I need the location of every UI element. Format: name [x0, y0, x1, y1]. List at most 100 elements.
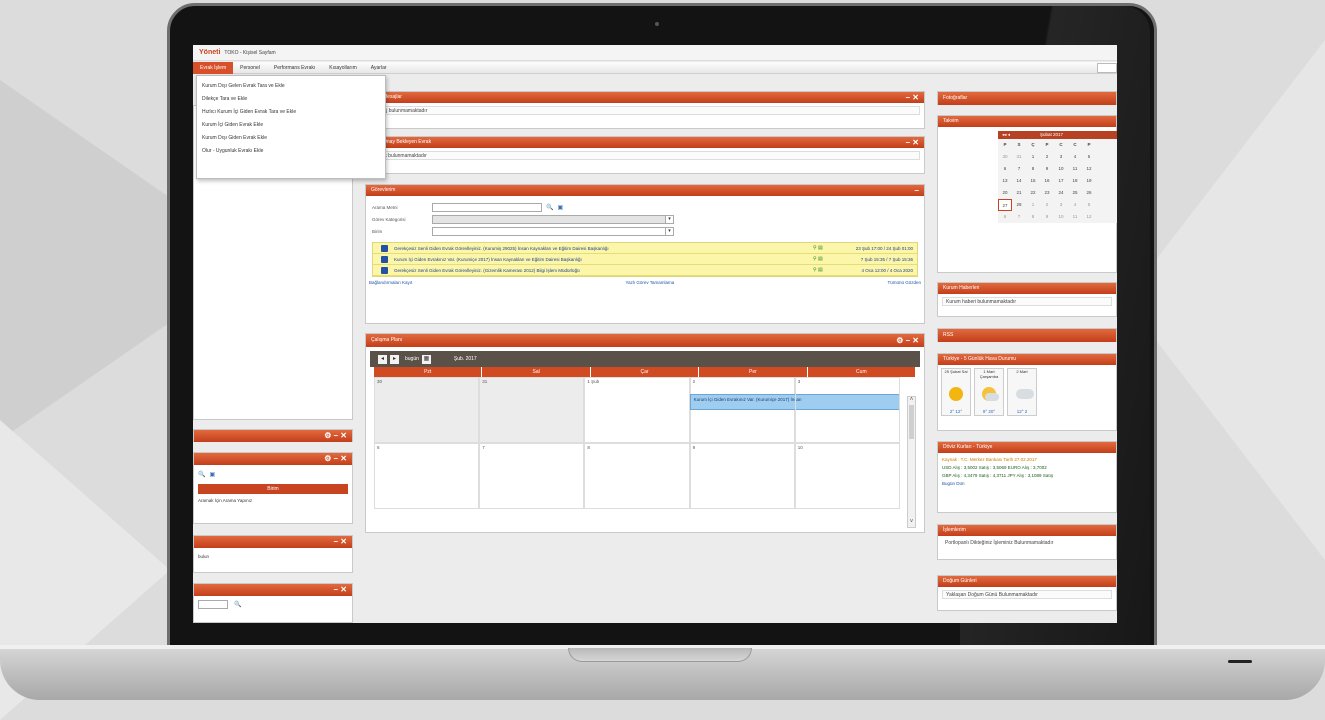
mini-day[interactable]: 9: [1040, 163, 1054, 175]
calendar-day[interactable]: 2 Kurum İçi Giden Evrakınız Var. (Kurumiç…: [689, 377, 900, 443]
mini-day[interactable]: 3: [1054, 151, 1068, 163]
search-icon[interactable]: 🔍: [234, 601, 241, 608]
menu-item-ayarlar[interactable]: Ayarlar: [364, 62, 394, 74]
menu-search-input[interactable]: [1097, 63, 1117, 73]
mini-day[interactable]: 8: [1026, 211, 1040, 223]
widget-controls-icon[interactable]: – ✕: [334, 584, 347, 595]
mini-day[interactable]: 7: [1012, 211, 1026, 223]
mini-day[interactable]: 22: [1026, 187, 1040, 199]
mini-day[interactable]: 31: [1012, 151, 1026, 163]
calendar-day[interactable]: 30: [374, 377, 480, 443]
task-title[interactable]: Gerekçesiz Senli Giden Evrak Görevlleyin…: [394, 268, 813, 273]
task-row[interactable]: Gerekçesiz Senli Giden Evrak Görevlleyin…: [373, 243, 917, 254]
edit-icon[interactable]: [381, 266, 388, 274]
menu-item-evrak[interactable]: Evrak İşlem: [193, 61, 234, 74]
dropdown-item[interactable]: Dilekçe Tara ve Ekle: [197, 93, 385, 106]
prev-icon[interactable]: ◂: [378, 354, 387, 364]
left-search-input[interactable]: [198, 600, 228, 609]
mini-day[interactable]: 7: [1012, 163, 1026, 175]
mini-day[interactable]: 5: [1082, 199, 1096, 211]
clear-icon[interactable]: ▣: [209, 471, 215, 478]
clear-icon[interactable]: ▣: [557, 204, 563, 211]
mini-day[interactable]: 23: [1040, 187, 1054, 199]
mini-day[interactable]: 28: [1012, 199, 1026, 211]
next-icon[interactable]: ▸: [390, 354, 399, 364]
menu-item-kisayollar[interactable]: Kısayollarım: [322, 62, 364, 74]
calendar-icon[interactable]: ▦: [421, 354, 431, 364]
search-icon[interactable]: 🔍: [198, 471, 205, 478]
calendar-day[interactable]: 7: [479, 443, 585, 509]
dropdown-item[interactable]: Hızlıcı Kurum İçi Giden Evrak Tara ve Ek…: [197, 106, 385, 119]
task-row[interactable]: Kurum İçi Giden Evrakınız Var. (Kurumiçe…: [373, 254, 917, 265]
panel-controls-icon[interactable]: – ✕: [906, 92, 919, 103]
mini-day[interactable]: 4: [1068, 199, 1082, 211]
calendar-day[interactable]: 1 Şub: [584, 377, 690, 443]
mini-day[interactable]: 24: [1054, 187, 1068, 199]
mini-day[interactable]: 13: [998, 175, 1012, 187]
mini-day[interactable]: 5: [1082, 151, 1096, 163]
task-title[interactable]: Gerekçesiz Senli Giden Evrak Görevlleyin…: [394, 246, 813, 251]
calendar-day[interactable]: 31: [479, 377, 585, 443]
mini-day[interactable]: 17: [1054, 175, 1068, 187]
mini-day[interactable]: 21: [1012, 187, 1026, 199]
mini-day[interactable]: 10: [1054, 163, 1068, 175]
mini-day[interactable]: 1: [1026, 151, 1040, 163]
dropdown-item[interactable]: Kurum Dışı Gelen Evrak Tara ve Ekle: [197, 80, 385, 93]
task-title[interactable]: Kurum İçi Giden Evrakınız Var. (Kurumiçe…: [394, 257, 813, 262]
mini-day[interactable]: 2: [1040, 199, 1054, 211]
mini-day[interactable]: 25: [1068, 187, 1082, 199]
mini-day[interactable]: 10: [1054, 211, 1068, 223]
mini-day[interactable]: 12: [1082, 211, 1096, 223]
mini-day[interactable]: 15: [1026, 175, 1040, 187]
panel-controls-icon[interactable]: ⚙ – ✕: [896, 334, 919, 347]
widget-controls-icon[interactable]: ⚙ – ✕: [324, 453, 347, 464]
footer-link-center[interactable]: Yazlı Görev Tamamlama: [625, 280, 674, 285]
currency-links[interactable]: Bugün Dün: [942, 480, 1112, 488]
mini-day[interactable]: 19: [1082, 175, 1096, 187]
widget-controls-icon[interactable]: – ✕: [334, 536, 347, 547]
calendar-day[interactable]: 3: [794, 377, 900, 443]
calendar-day[interactable]: 8: [584, 443, 690, 509]
widget-controls-icon[interactable]: ⚙ – ✕: [324, 430, 347, 441]
mini-day[interactable]: 14: [1012, 175, 1026, 187]
footer-link-right[interactable]: Tümünü Gözden: [887, 280, 921, 285]
mini-day[interactable]: 11: [1068, 211, 1082, 223]
mini-day[interactable]: 2: [1040, 151, 1054, 163]
dropdown-item[interactable]: Kurum İçi Giden Evrak Ekle: [197, 119, 385, 132]
mini-day[interactable]: 26: [1082, 187, 1096, 199]
mini-day[interactable]: 16: [1040, 175, 1054, 187]
task-row[interactable]: Gerekçesiz Senli Giden Evrak Görevlleyin…: [373, 265, 917, 276]
mini-day[interactable]: 8: [1026, 163, 1040, 175]
scroll-down-icon[interactable]: ˅: [908, 519, 915, 525]
scroll-thumb[interactable]: [909, 405, 914, 439]
mini-day[interactable]: 4: [1068, 151, 1082, 163]
mini-day[interactable]: 20: [998, 187, 1012, 199]
edit-icon[interactable]: [381, 244, 388, 252]
edit-icon[interactable]: [381, 255, 388, 263]
dropdown-item[interactable]: Olur - Uygunluk Evrakı Ekle: [197, 145, 385, 158]
today-button[interactable]: bugün: [405, 356, 419, 362]
mini-day[interactable]: 1: [1026, 199, 1040, 211]
attachment-icon[interactable]: ⚲ ▤: [813, 256, 847, 262]
panel-controls-icon[interactable]: – ✕: [906, 137, 919, 148]
mini-day[interactable]: 27: [998, 199, 1012, 211]
calendar-day[interactable]: 10: [794, 443, 900, 509]
category-select[interactable]: ▾: [432, 214, 674, 224]
mini-day[interactable]: 12: [1082, 163, 1096, 175]
search-icon[interactable]: 🔍: [546, 204, 553, 211]
dropdown-item[interactable]: Kurum Dışı Giden Evrak Ekle: [197, 132, 385, 145]
collapse-icon[interactable]: –: [915, 185, 919, 196]
menu-item-personel[interactable]: Personel: [233, 62, 267, 74]
calendar-day[interactable]: 6: [374, 443, 480, 509]
unit-select[interactable]: ▾: [432, 226, 674, 236]
mini-day[interactable]: 30: [998, 151, 1012, 163]
search-input[interactable]: [432, 202, 542, 212]
scroll-up-icon[interactable]: ˄: [908, 397, 915, 403]
mini-day[interactable]: 6: [998, 211, 1012, 223]
footer-link-left[interactable]: Bağlandırmaları Kayıt: [369, 280, 412, 285]
mini-day[interactable]: 3: [1054, 199, 1068, 211]
mini-day[interactable]: 6: [998, 163, 1012, 175]
menu-item-performans[interactable]: Performans Evrakı: [267, 62, 322, 74]
calendar-day[interactable]: 9: [689, 443, 795, 509]
mini-day[interactable]: 18: [1068, 175, 1082, 187]
